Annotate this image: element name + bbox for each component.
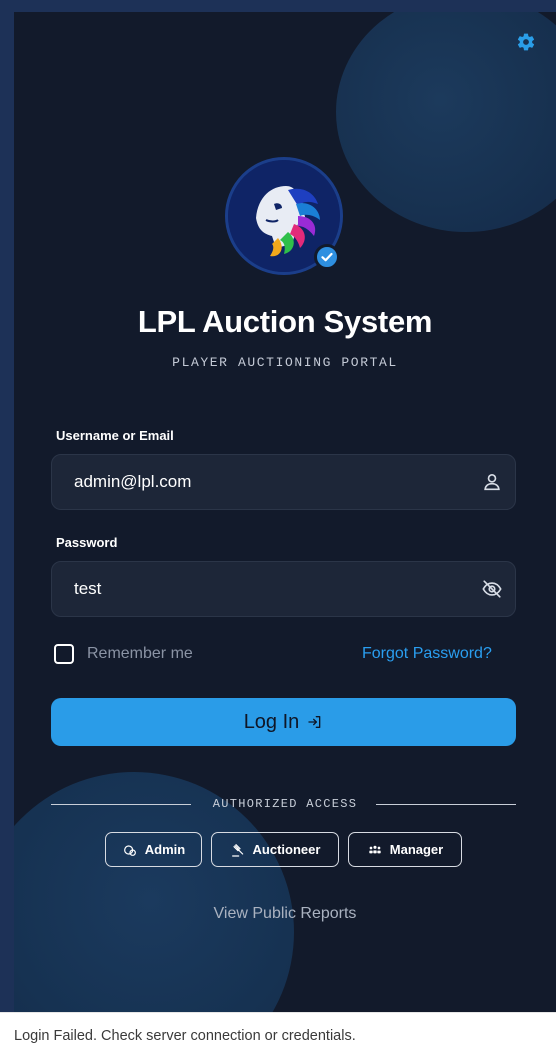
role-auctioneer-button[interactable]: Auctioneer bbox=[211, 832, 339, 867]
eye-off-icon[interactable] bbox=[481, 578, 503, 600]
shield-user-icon bbox=[123, 844, 136, 856]
user-icon bbox=[484, 474, 500, 491]
login-button-label: Log In bbox=[243, 710, 300, 733]
password-value: test bbox=[74, 579, 102, 598]
page-title: LPL Auction System bbox=[137, 304, 433, 339]
role-admin-button[interactable]: Admin bbox=[105, 832, 202, 867]
error-toast-message: Login Failed. Check server connection or… bbox=[14, 1028, 356, 1044]
username-label: Username or Email bbox=[56, 428, 174, 443]
role-manager-label: Manager bbox=[389, 842, 444, 857]
username-value: admin@lpl.com bbox=[74, 472, 192, 491]
login-button[interactable]: Log In bbox=[51, 698, 516, 746]
role-manager-button[interactable]: Manager bbox=[348, 832, 462, 867]
login-arrow-icon bbox=[308, 716, 321, 728]
password-field[interactable]: test bbox=[51, 561, 516, 617]
gear-icon[interactable] bbox=[516, 32, 536, 52]
role-admin-label: Admin bbox=[144, 842, 186, 857]
check-badge-icon bbox=[314, 244, 340, 270]
view-public-reports-link[interactable]: View Public Reports bbox=[14, 905, 556, 923]
logo-container bbox=[225, 157, 343, 275]
team-icon bbox=[369, 845, 381, 853]
password-label: Password bbox=[56, 535, 118, 550]
checkbox-box[interactable] bbox=[54, 644, 74, 664]
page-subtitle: PLAYER AUCTIONING PORTAL bbox=[172, 355, 398, 370]
remember-me-label: Remember me bbox=[87, 645, 193, 662]
divider-right bbox=[376, 804, 516, 805]
username-field[interactable]: admin@lpl.com bbox=[51, 454, 516, 510]
role-auctioneer-label: Auctioneer bbox=[252, 842, 321, 857]
remember-me-checkbox[interactable]: Remember me bbox=[54, 644, 193, 664]
login-card: LPL Auction System PLAYER AUCTIONING POR… bbox=[14, 12, 556, 1012]
forgot-password-link[interactable]: Forgot Password? bbox=[362, 645, 492, 663]
error-toast: Login Failed. Check server connection or… bbox=[0, 1012, 556, 1048]
gavel-icon bbox=[231, 843, 243, 857]
